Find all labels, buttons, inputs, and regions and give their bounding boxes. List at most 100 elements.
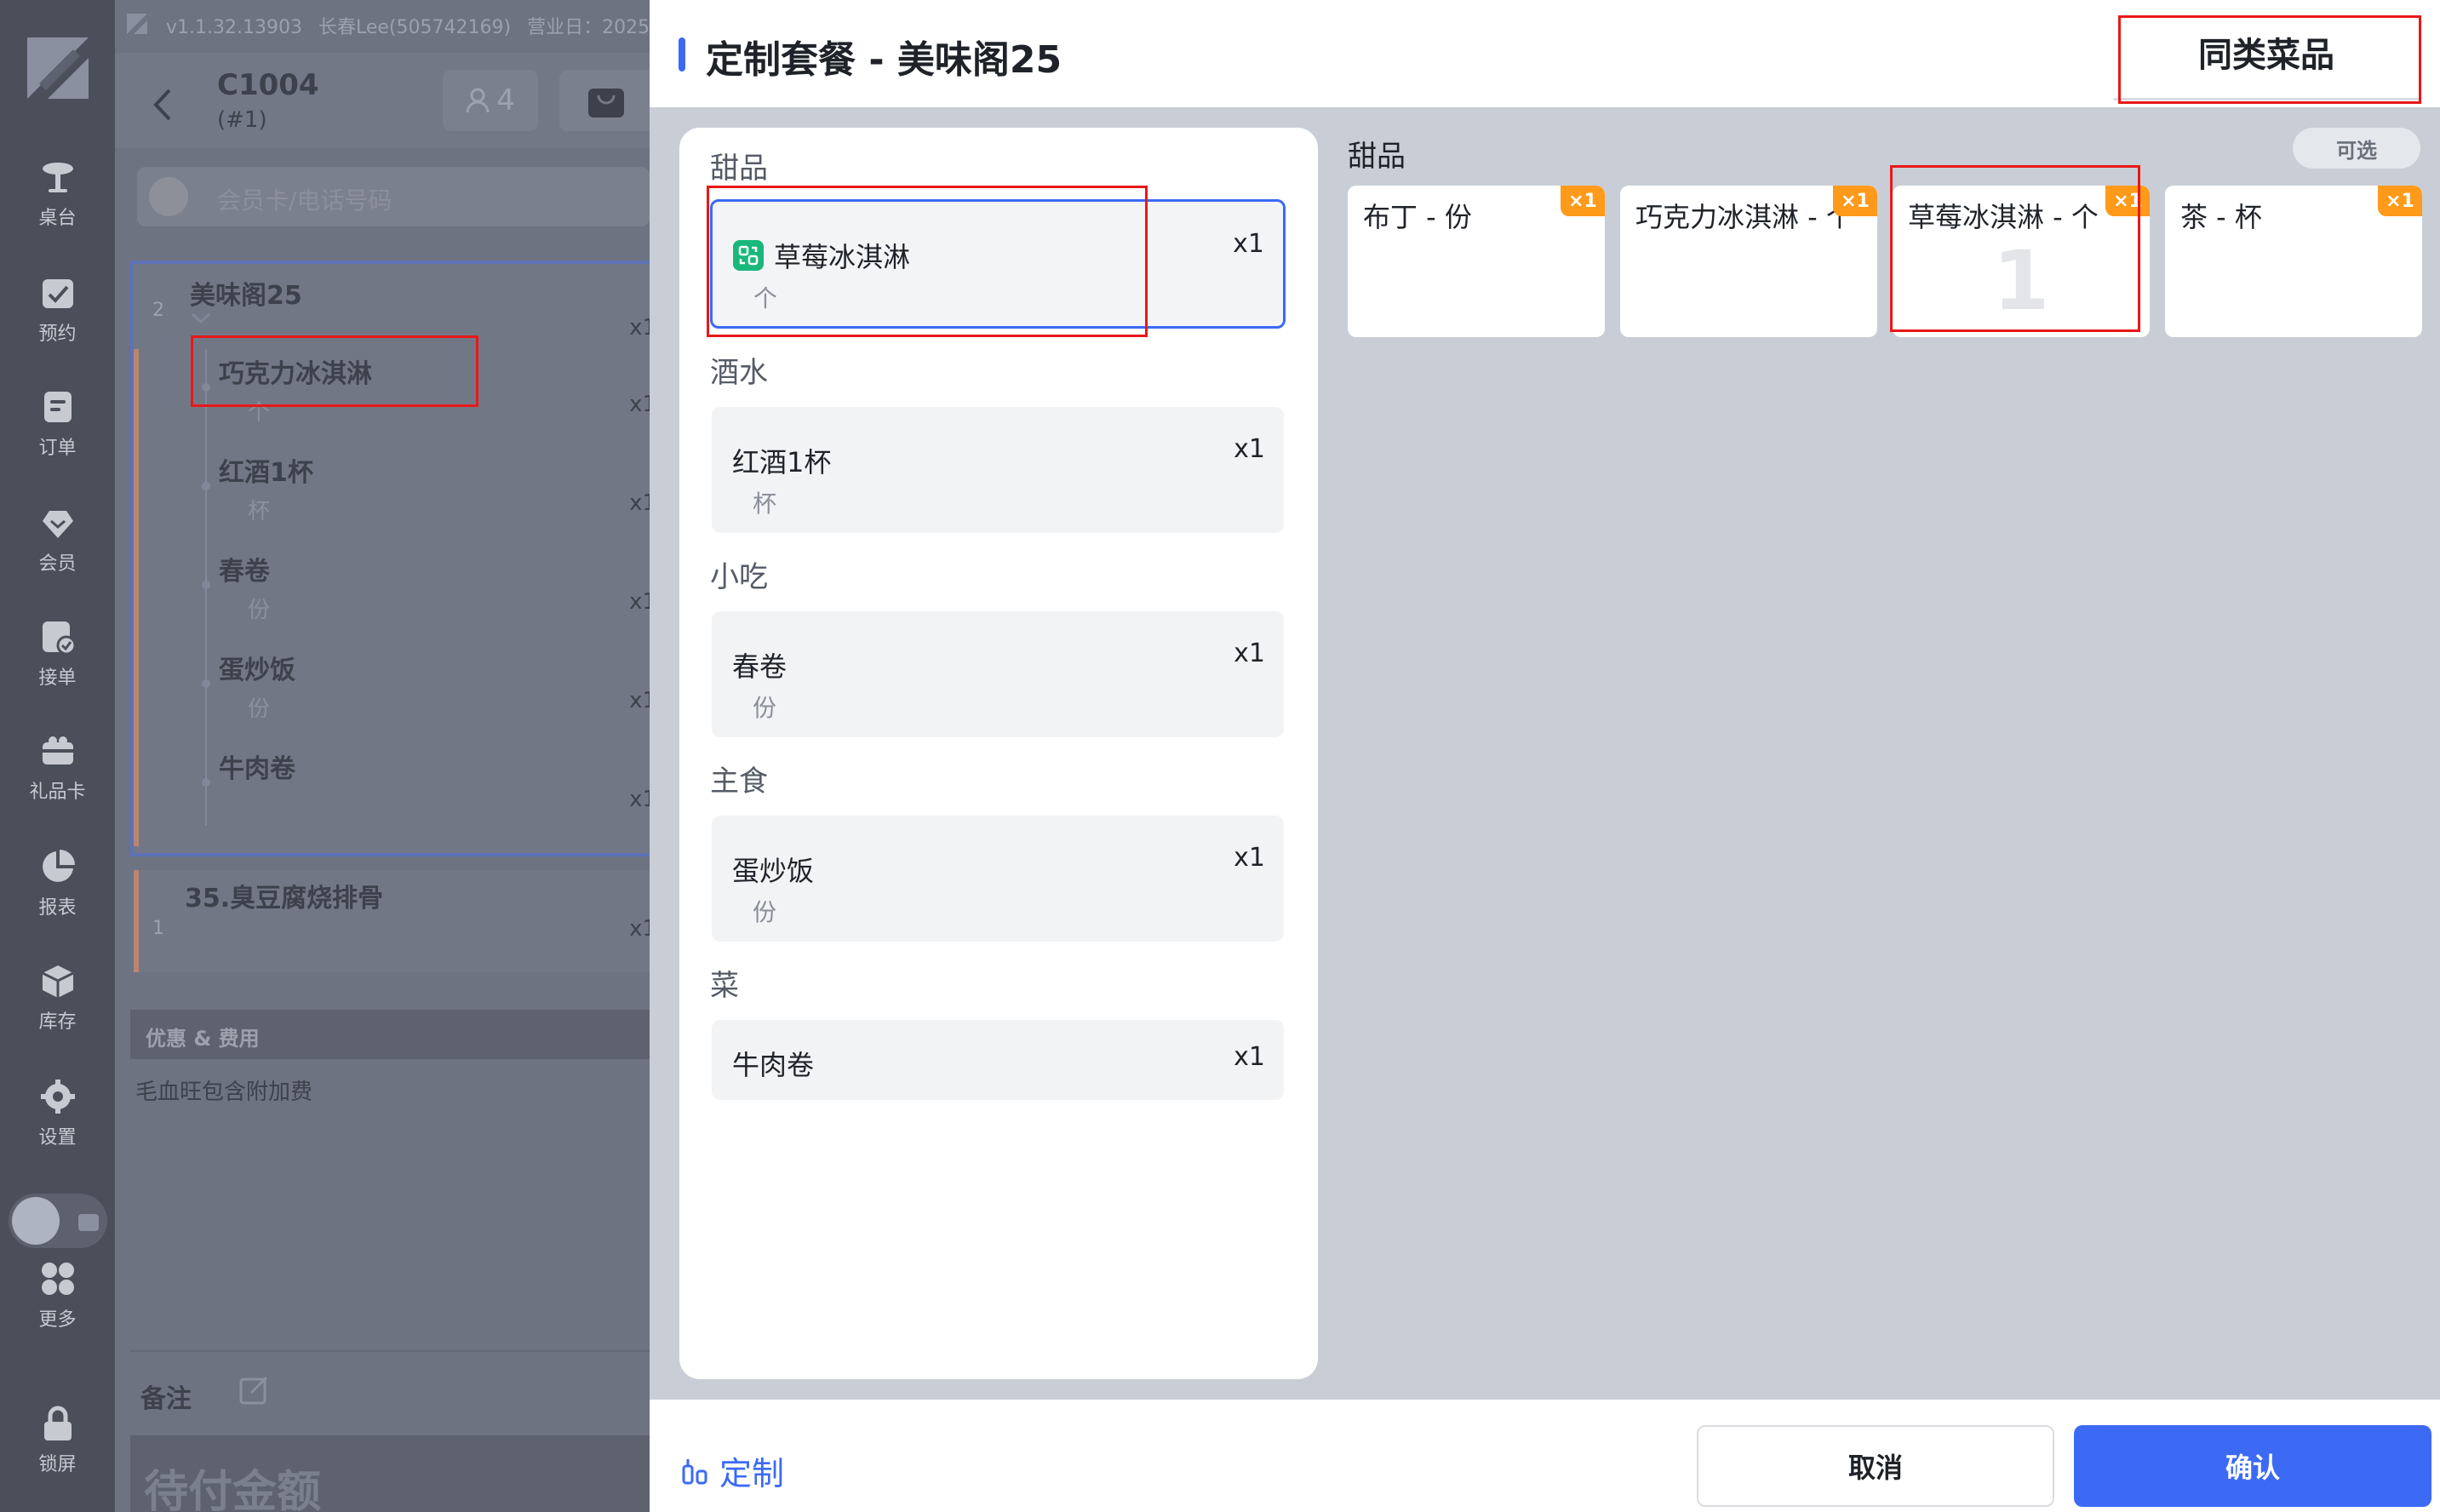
mode-toggle[interactable]: [9, 1194, 107, 1248]
guest-count: 4: [496, 83, 515, 117]
dish-unit: 杯: [753, 490, 777, 518]
nav-item-orders[interactable]: 订单: [0, 388, 115, 490]
nav-item-accept-orders[interactable]: 接单: [0, 618, 115, 720]
nav-item-more[interactable]: 更多: [0, 1260, 115, 1362]
inventory-icon: [41, 965, 74, 998]
combo-title: 美味阁25: [190, 281, 302, 311]
option-card[interactable]: 布丁 - 份 ×1: [1348, 186, 1605, 337]
sub-item-unit: 份: [248, 696, 271, 722]
dish-unit: 份: [753, 898, 777, 926]
nav-label: 订单: [38, 438, 77, 459]
takeout-button[interactable]: [559, 70, 655, 131]
option-card[interactable]: 巧克力冰淇淋 - 个 ×1: [1620, 186, 1877, 337]
option-name: 茶 - 杯: [2180, 201, 2262, 233]
option-selected-count: 1: [1992, 233, 2050, 329]
discount-label: 优惠 & 费用: [146, 1027, 260, 1051]
dish-name-text: 草莓冰淇淋: [774, 241, 911, 273]
group-title: 主食: [710, 765, 768, 799]
sub-item-unit: 杯: [248, 499, 271, 524]
sub-item-name: 春卷: [219, 557, 270, 587]
nav-item-reservation[interactable]: 预约: [0, 274, 115, 376]
nav-label: 预约: [38, 324, 77, 345]
amount-due-label: 待付金额: [144, 1467, 322, 1512]
dish-name: 红酒1杯: [732, 446, 832, 478]
small-logo-icon: [127, 14, 147, 34]
back-icon[interactable]: [149, 87, 176, 123]
tree-dot: [202, 778, 210, 787]
topbar-info: v1.1.32.13903 长春Lee(505742169) 营业日：2025: [166, 12, 660, 39]
table-sub: (#1): [217, 107, 267, 133]
business-day: 营业日：2025: [527, 17, 650, 38]
nav-label: 桌台: [38, 208, 77, 229]
dish-card[interactable]: 蛋炒饭 份 x1: [712, 816, 1284, 942]
group-title: 小吃: [710, 560, 768, 594]
remark-row[interactable]: 备注: [130, 1350, 650, 1435]
confirm-button[interactable]: 确认: [2074, 1425, 2431, 1507]
dish-card[interactable]: 春卷 份 x1: [712, 611, 1284, 737]
group-title: 菜: [710, 969, 739, 1003]
guest-count-button[interactable]: 4: [443, 70, 538, 131]
option-qty-badge: ×1: [2378, 186, 2422, 216]
edit-icon[interactable]: [238, 1372, 272, 1406]
customize-link[interactable]: 定制: [680, 1447, 784, 1494]
modal-footer: 定制 取消 确认: [650, 1400, 2440, 1512]
combo-order-item[interactable]: 2 美味阁25 x1 巧克力冰淇淋 个 x1 红酒1杯 杯 x1 春卷 份 x1…: [130, 261, 656, 856]
customize-icon: [682, 1458, 707, 1484]
customize-label: 定制: [719, 1455, 785, 1492]
nav-label: 接单: [38, 667, 77, 689]
lock-icon: [43, 1406, 72, 1440]
chevron-down-icon[interactable]: [190, 312, 212, 325]
nav-label: 更多: [38, 1309, 77, 1331]
nav-label: 库存: [38, 1011, 77, 1033]
table-icon: [42, 163, 73, 192]
option-name: 巧克力冰淇淋 - 个: [1635, 201, 1853, 233]
dish-name: 牛肉卷: [732, 1049, 815, 1081]
option-qty-badge: ×1: [1561, 186, 1605, 216]
nav-item-members[interactable]: 会员: [0, 504, 115, 606]
dish-name: 草莓冰淇淋: [733, 236, 910, 275]
option-name: 布丁 - 份: [1363, 201, 1472, 233]
member-icon: [42, 511, 73, 538]
option-name: 草莓冰淇淋 - 个: [1908, 201, 2099, 233]
nav-label: 会员: [38, 553, 77, 575]
remark-label: 备注: [140, 1384, 192, 1414]
nav-sidebar: 桌台 预约 订单 会员 接单 礼品卡 报表 库存 设置 更多 锁屏: [0, 0, 115, 1512]
dish-card[interactable]: 红酒1杯 杯 x1: [712, 407, 1284, 533]
option-card[interactable]: 茶 - 杯 ×1: [2165, 186, 2422, 337]
member-search[interactable]: 会员卡/电话号码: [137, 167, 650, 226]
sub-item-name: 牛肉卷: [219, 754, 295, 784]
nav-item-gift-card[interactable]: 礼品卡: [0, 732, 115, 834]
dish-card[interactable]: 牛肉卷 x1: [712, 1020, 1284, 1100]
nav-item-inventory[interactable]: 库存: [0, 962, 115, 1064]
combo-sub-item: 春卷 份: [219, 550, 270, 624]
nav-item-tables[interactable]: 桌台: [0, 158, 115, 261]
item-count: 2: [152, 300, 164, 321]
modal-header: 定制套餐 - 美味阁25 同类菜品: [650, 0, 2440, 107]
nav-item-lock[interactable]: 锁屏: [0, 1405, 115, 1507]
tree-dot: [202, 383, 210, 392]
nav-item-settings[interactable]: 设置: [0, 1078, 115, 1180]
dish-qty: x1: [1234, 843, 1265, 873]
report-icon: [42, 850, 75, 882]
optional-tag: 可选: [2293, 128, 2420, 169]
dish-qty: x1: [1234, 639, 1265, 668]
tree-dot: [202, 581, 210, 589]
toggle-knob: [12, 1197, 60, 1245]
option-card-selected[interactable]: 草莓冰淇淋 - 个 ×1 1: [1893, 186, 2150, 337]
dish-card-selected[interactable]: 草莓冰淇淋 个 x1: [710, 199, 1286, 329]
customize-combo-modal: 定制套餐 - 美味阁25 同类菜品 甜品 草莓冰淇淋 个 x1 酒水 红酒1杯 …: [650, 0, 2440, 1512]
option-qty-badge: ×1: [1833, 186, 1877, 216]
group-title: 酒水: [710, 356, 768, 390]
options-group-title: 甜品: [1348, 140, 1406, 174]
order-item[interactable]: 1 35.臭豆腐烧排骨 x1: [134, 870, 656, 972]
group-title: 甜品: [710, 152, 768, 186]
cancel-button[interactable]: 取消: [1697, 1425, 2054, 1507]
settings-icon: [40, 1080, 75, 1114]
item-name: 35.臭豆腐烧排骨: [185, 884, 384, 914]
discount-section-header: 优惠 & 费用: [130, 1010, 650, 1059]
dish-name: 春卷: [732, 650, 788, 683]
nav-item-reports[interactable]: 报表: [0, 848, 115, 950]
similar-dishes-button[interactable]: 同类菜品: [2114, 5, 2419, 100]
app-version: v1.1.32.13903: [166, 17, 302, 38]
kitchen-icon: [78, 1214, 99, 1231]
